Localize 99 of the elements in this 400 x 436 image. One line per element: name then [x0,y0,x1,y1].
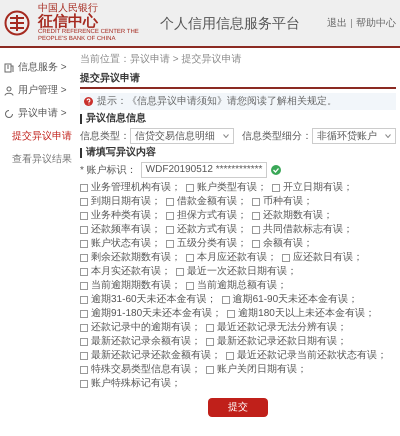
account-field[interactable]: WDF20190512 ************ [140,162,268,178]
sidebar-item[interactable]: 信息服务 > [18,60,67,75]
checkbox-label: 特殊交易类型信息有误； [91,364,201,376]
checkbox[interactable] [80,296,88,304]
sidebar-subitem[interactable]: 提交异议申请 [12,129,80,144]
checkbox[interactable] [80,184,88,192]
sidebar-subitem[interactable]: 查看异议结果 [12,152,80,167]
checkbox-label: 账户关闭日期有误； [217,364,307,376]
checkbox[interactable] [80,254,88,262]
checkbox[interactable] [206,324,214,332]
select-field[interactable]: 非循环贷账户 [312,128,396,144]
section-heading: 异议信息信息 [80,114,396,124]
checkbox-label: 账户类型有误； [197,182,267,194]
question-icon [84,97,93,106]
checkbox[interactable] [186,254,194,262]
checkbox-label: 最新还款记录还款金额有误； [91,350,221,362]
notice-text: 提示：《信息异议申请须知》请您阅读了解相关规定。 [97,94,337,109]
checkbox[interactable] [166,212,174,220]
checkbox[interactable] [80,282,88,290]
checkbox-label: 业务管理机构有误； [91,182,181,194]
logo-tagline: 中国人民银行 [38,4,98,14]
site-title: 个人信用信息服务平台 [160,14,300,32]
checkbox-label: 逾期31-60天未还本金有误； [91,294,217,306]
checkbox[interactable] [226,352,234,360]
checkbox[interactable] [272,184,280,192]
checkbox-label: 应还款日有误； [293,252,363,264]
field-label: * 账户标识： [80,164,137,178]
checkbox[interactable] [252,240,260,248]
checkbox-label: 还款期数有误； [263,210,333,222]
checkbox-label: 逾期61-90天未还本金有误； [232,294,358,306]
checkbox-label: 当前逾期总额有误； [197,280,287,292]
field-label: 信息类型： [80,130,130,144]
chevron-down-icon [223,134,229,138]
checkbox-label: 共同借款标志有误； [263,224,353,236]
checkbox[interactable] [80,212,88,220]
checkbox[interactable] [186,184,194,192]
checkbox[interactable] [222,296,230,304]
header-link[interactable]: 退出 [327,16,347,30]
checkbox[interactable] [80,324,88,332]
checkbox[interactable] [80,240,88,248]
checkbox-label: 币种有误； [263,196,313,208]
checkbox-label: 账户状态有误； [91,238,161,250]
user-icon [4,86,14,96]
checkbox-label: 借款金额有误； [177,196,247,208]
checkbox-label: 开立日期有误； [283,182,353,194]
refresh-icon [4,108,14,118]
checkbox[interactable] [252,226,260,234]
checkbox[interactable] [252,212,260,220]
checkbox[interactable] [80,352,88,360]
breadcrumb: 当前位置：异议申请 > 提交异议申请 [80,52,242,67]
checkbox[interactable] [166,198,174,206]
field-label: 信息类型细分： [242,130,312,144]
checkbox-label: 业务种类有误； [91,210,161,222]
checkbox[interactable] [80,198,88,206]
checkbox-label: 逾期91-180天未还本金有误； [91,308,222,320]
checkbox-label: 剩余还款期数有误； [91,252,181,264]
checkbox[interactable] [227,310,236,318]
checkbox-label: 担保方式有误； [177,210,247,222]
checkbox-label: 五级分类有误； [177,238,247,250]
checkbox[interactable] [166,226,174,234]
section-heading: 请填写异议内容 [80,148,396,158]
select-field[interactable]: 信贷交易信息明细 [130,128,234,144]
checkbox[interactable] [186,282,194,290]
document-icon [4,62,14,72]
sidebar-item[interactable]: 异议申请 > [18,106,67,121]
submit-button[interactable]: 提交 [208,398,268,417]
page-title: 提交异议申请 [80,71,396,89]
checkbox[interactable] [206,338,214,346]
checkbox[interactable] [80,380,88,388]
checkbox[interactable] [80,268,88,276]
header-link[interactable]: 帮助中心 [356,16,396,30]
checkbox-label: 账户特殊标记有误； [91,378,181,390]
checkbox-label: 最近一次还款日期有误； [187,266,297,278]
checkbox[interactable] [282,254,290,262]
checkbox[interactable] [80,338,88,346]
checkbox[interactable] [166,240,174,248]
sidebar-item[interactable]: 用户管理 > [18,83,67,98]
checkbox[interactable] [252,198,260,206]
checkbox-label: 余额有误； [263,238,313,250]
checkbox[interactable] [80,310,88,318]
checkbox-label: 最近还款记录当前还款状态有误； [237,350,387,362]
checkbox-label: 最新还款记录余额有误； [91,336,201,348]
checkbox-label: 本月应还款有误； [197,252,277,264]
checkbox-label: 最近还款记录无法分辨有误； [217,322,347,334]
checkbox-label: 还款记录中的逾期有误； [91,322,201,334]
checkbox[interactable] [80,226,88,234]
chevron-down-icon [385,134,391,138]
checkbox-label: 还款方式有误； [177,224,247,236]
checkbox-label: 本月实还款有误； [91,266,171,278]
checkbox-label: 最新还款记录还款日期有误； [217,336,347,348]
checkbox[interactable] [206,366,214,374]
checkbox[interactable] [176,268,184,276]
checkbox-label: 还款频率有误； [91,224,161,236]
checkbox[interactable] [80,366,88,374]
checkbox-label: 逾期180天以上未还本金有误； [238,308,375,320]
logo-name: 征信中心 [38,14,98,28]
checkbox-label: 到期日期有误； [91,196,161,208]
checkbox-label: 当前逾期期数有误； [91,280,181,292]
logo-emblem-icon [4,10,30,36]
